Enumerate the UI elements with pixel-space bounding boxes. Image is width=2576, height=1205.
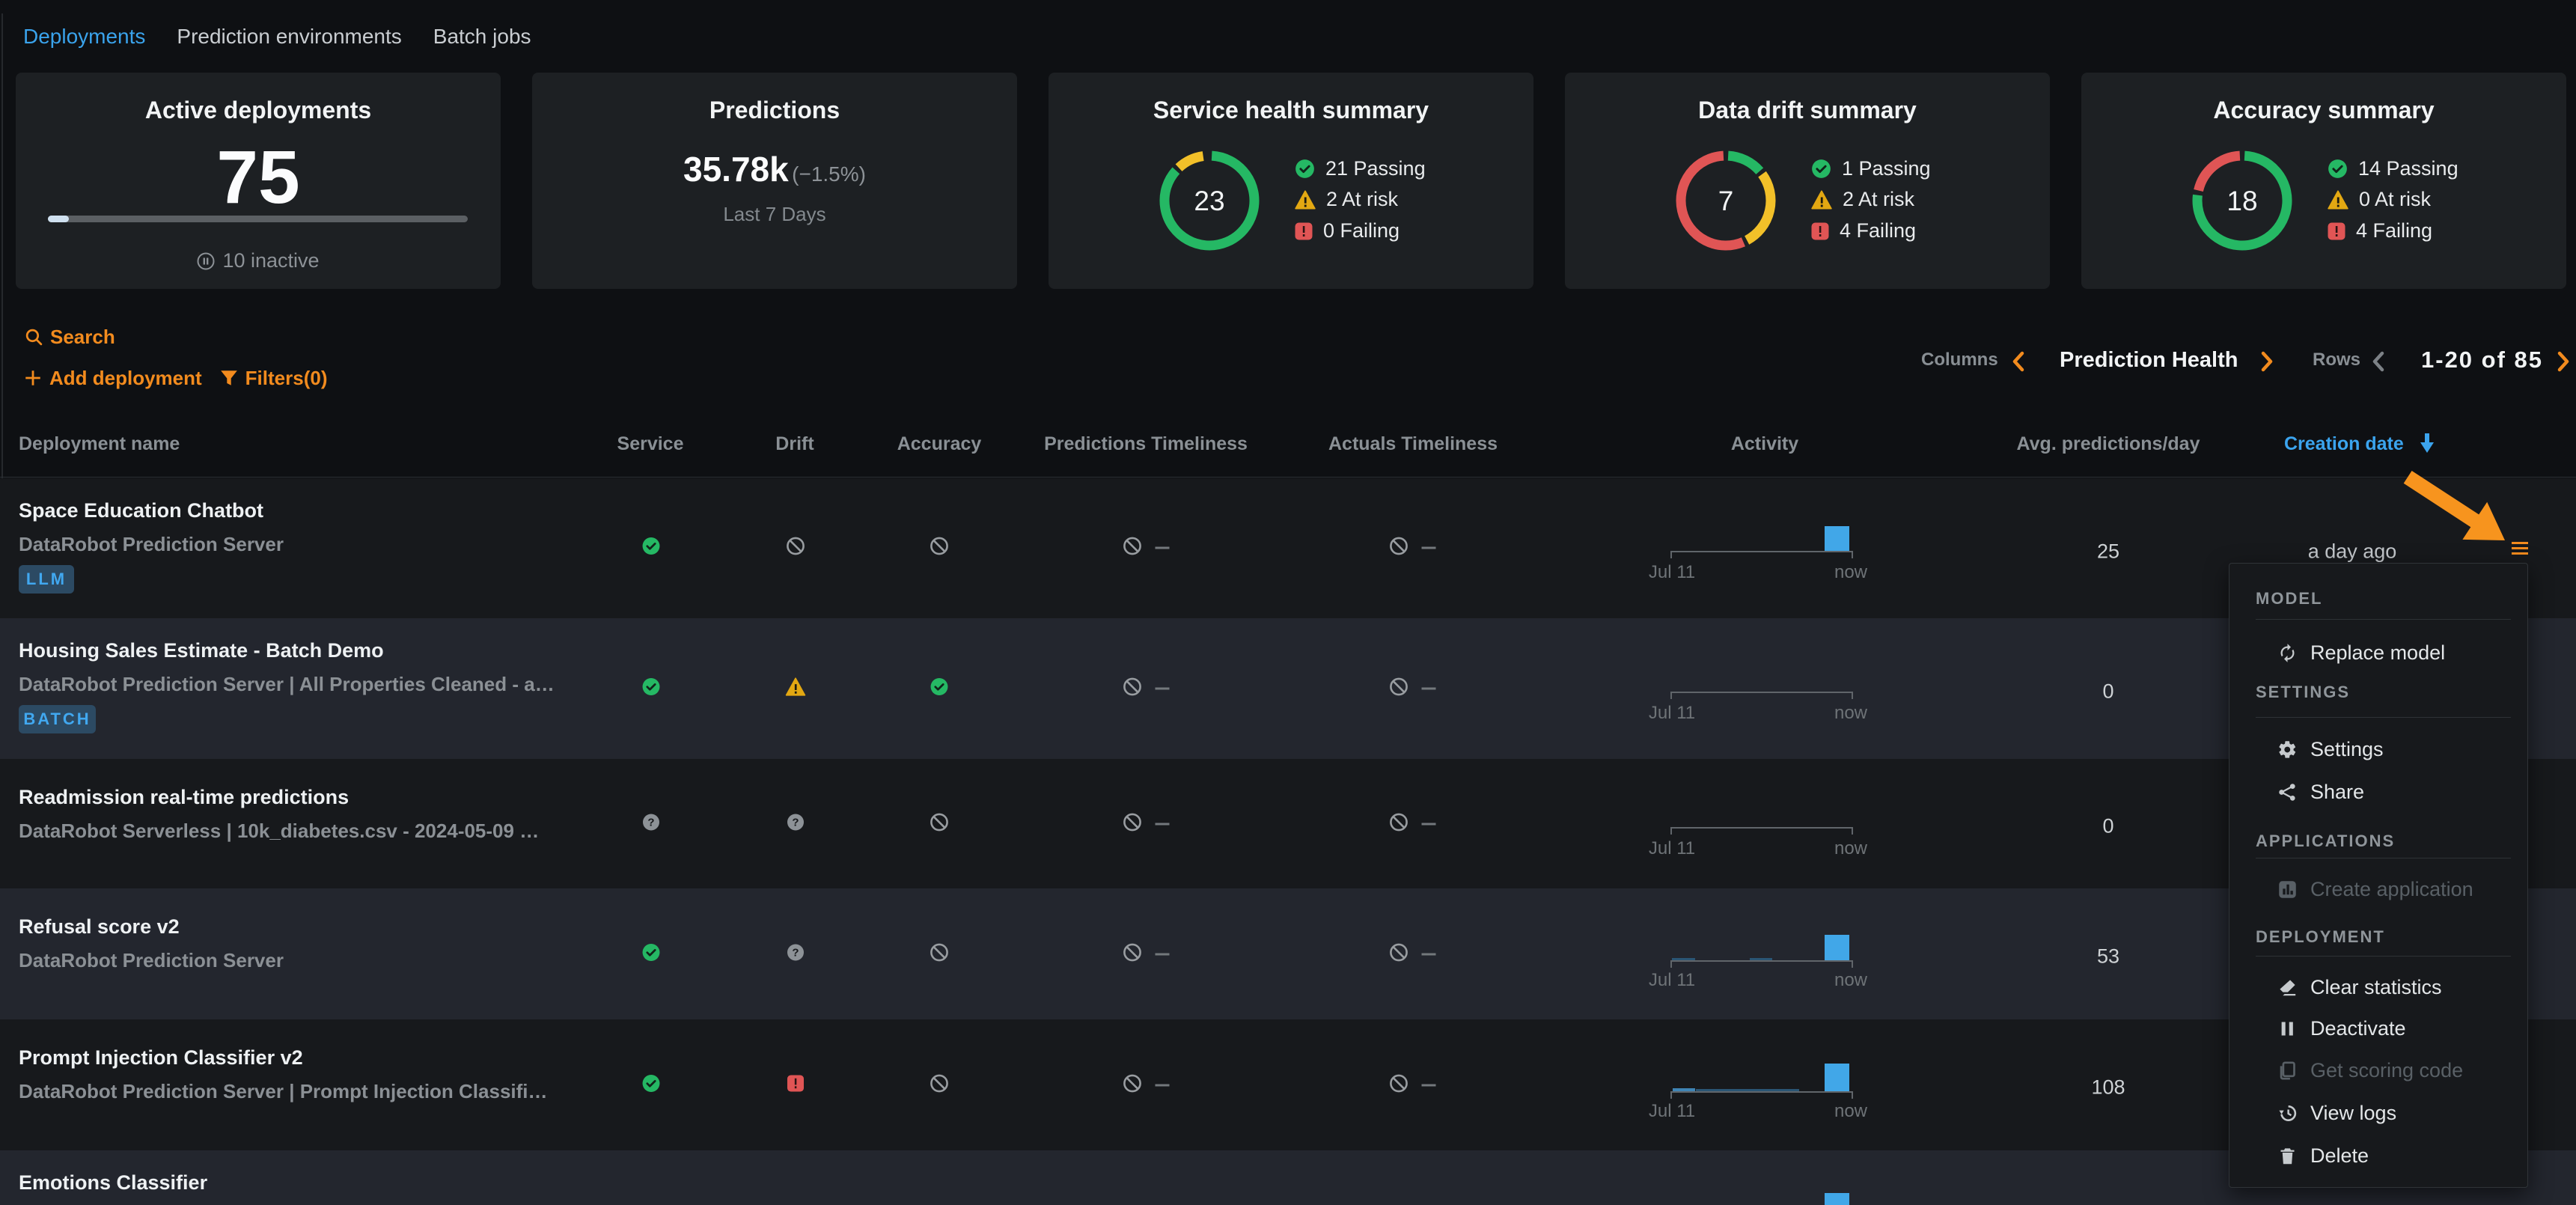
svg-text:?: ? [647, 816, 654, 829]
svg-text:?: ? [792, 946, 799, 959]
svg-text:18: 18 [2226, 186, 2257, 216]
svg-text:23: 23 [1194, 186, 1224, 216]
svg-text:?: ? [792, 816, 799, 829]
svg-text:7: 7 [1718, 186, 1734, 216]
